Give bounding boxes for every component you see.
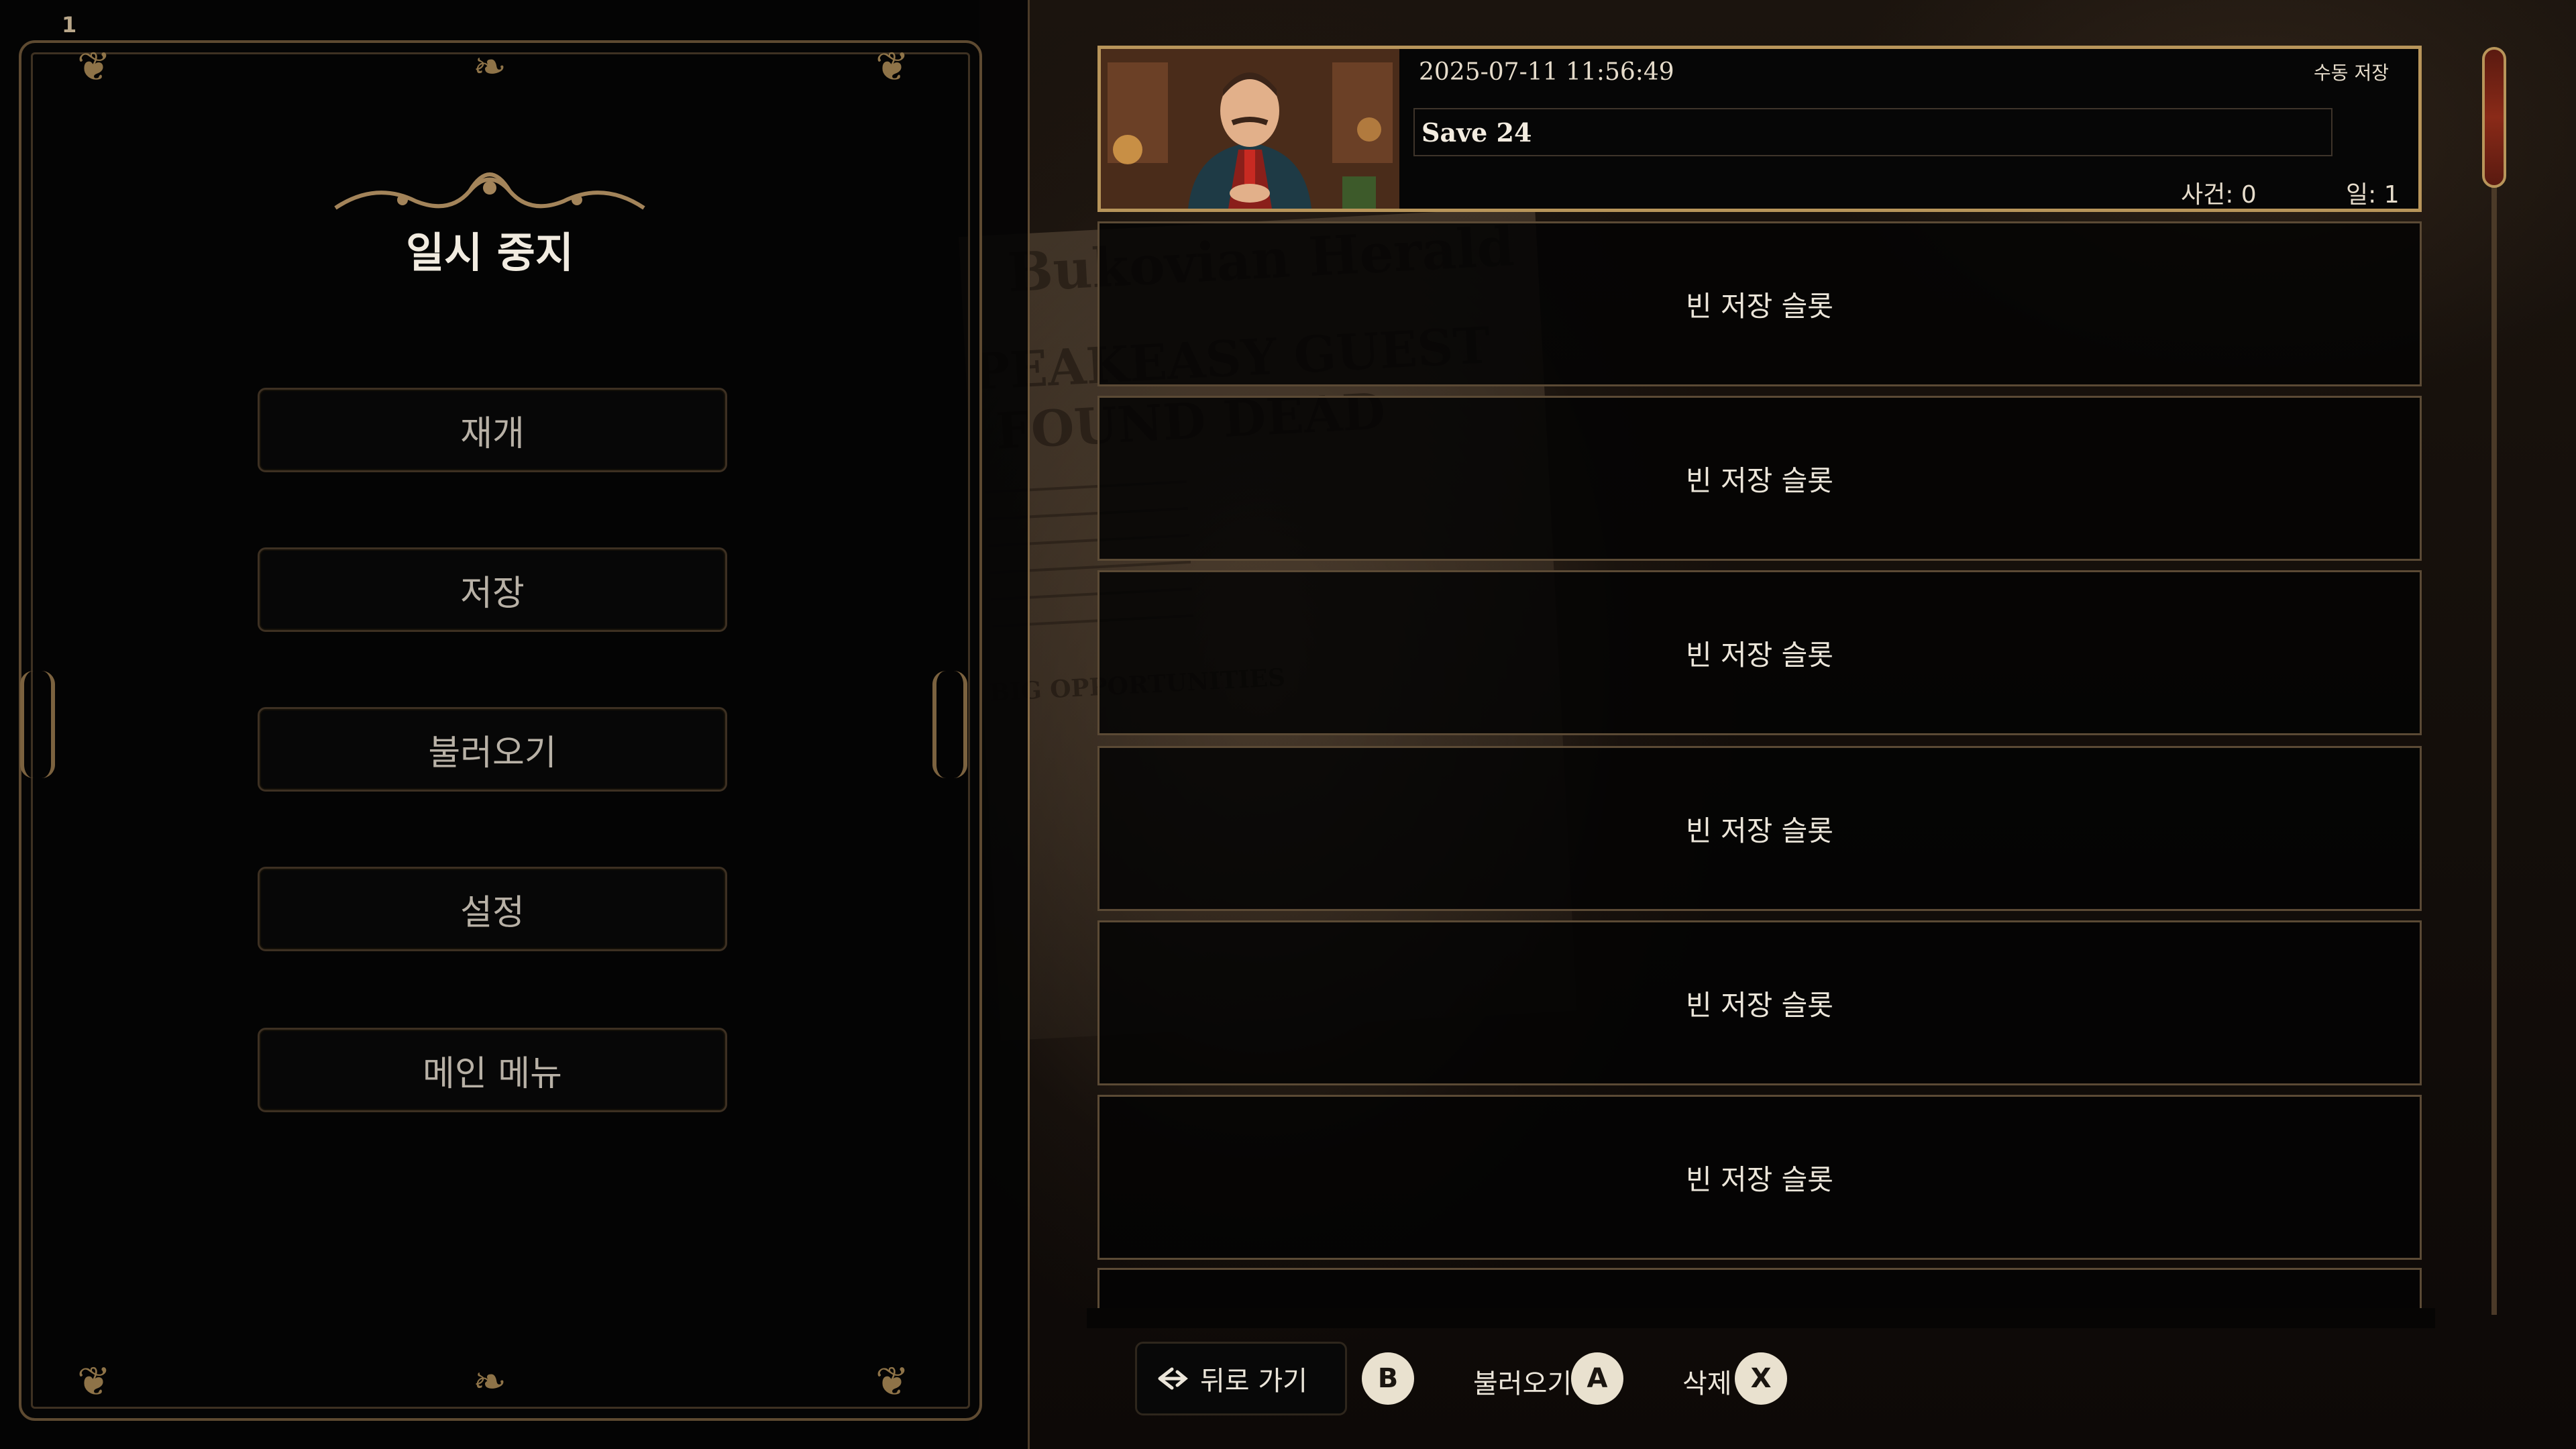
bottom-center-ornament-icon: ❧ — [472, 1358, 507, 1405]
day-count: 일: 1 — [2346, 181, 2400, 209]
save-button[interactable]: 저장 — [258, 547, 727, 632]
title-crest-icon — [334, 172, 645, 210]
load-button[interactable]: 불러오기 — [258, 707, 727, 792]
side-ornament-right-icon — [932, 671, 967, 778]
delete-hint-label[interactable]: 삭제 — [1682, 1362, 1732, 1401]
corner-ornament-icon: ❦ — [875, 1358, 910, 1405]
empty-slot-label: 빈 저장 슬롯 — [1686, 464, 1833, 497]
settings-button[interactable]: 설정 — [258, 867, 727, 951]
a-button-icon: A — [1571, 1352, 1623, 1405]
empty-slot-label: 빈 저장 슬롯 — [1686, 638, 1833, 672]
resume-button[interactable]: 재개 — [258, 388, 727, 472]
save-name: Save 24 — [1421, 117, 1532, 148]
corner-ornament-icon: ❦ — [875, 44, 910, 91]
load-hint-label[interactable]: 불러오기 — [1473, 1362, 1572, 1401]
empty-save-slot[interactable]: 빈 저장 슬롯 — [1097, 920, 2422, 1085]
case-count: 사건: 0 — [2181, 181, 2257, 209]
main-menu-button[interactable]: 메인 메뉴 — [258, 1028, 727, 1112]
empty-slot-label: 빈 저장 슬롯 — [1686, 814, 1833, 847]
empty-slot-label: 빈 저장 슬롯 — [1686, 1163, 1833, 1196]
empty-save-slot[interactable]: 빈 저장 슬롯 — [1097, 1095, 2422, 1260]
empty-slot-label: 빈 저장 슬롯 — [1686, 988, 1833, 1022]
scrollbar-thumb[interactable] — [2482, 47, 2506, 188]
scrollbar-track[interactable] — [2491, 67, 2497, 1315]
empty-save-slot[interactable]: 빈 저장 슬롯 — [1097, 746, 2422, 911]
save-date: 2025-07-11 11:56:49 — [1419, 58, 1674, 86]
save-thumbnail — [1101, 49, 1399, 209]
x-button-icon: X — [1735, 1352, 1787, 1405]
empty-save-slot[interactable]: 빈 저장 슬롯 — [1097, 570, 2422, 735]
corner-ornament-icon: ❦ — [76, 44, 111, 91]
save-name-field[interactable]: Save 24 — [1413, 108, 2332, 156]
b-button-icon: B — [1362, 1352, 1414, 1405]
top-center-ornament-icon: ❧ — [472, 44, 507, 91]
corner-ornament-icon: ❦ — [76, 1358, 111, 1405]
side-ornament-left-icon — [20, 671, 55, 778]
pause-title: 일시 중지 — [406, 228, 574, 277]
tab-number: 1 — [62, 12, 77, 38]
empty-slot-label: 빈 저장 슬롯 — [1686, 289, 1833, 323]
panel-divider — [1028, 0, 1030, 1449]
save-slot-filled[interactable]: 2025-07-11 11:56:49 수동 저장 Save 24 사건: 0 … — [1097, 46, 2422, 212]
back-label: 뒤로 가기 — [1200, 1366, 1307, 1397]
back-arrow-icon — [1158, 1367, 1188, 1390]
list-bottom-edge — [1087, 1308, 2435, 1328]
pause-panel: 1 ❦ ❦ ❦ ❦ ❧ ❧ 일시 중지 재개 저장 불러오기 설정 메인 메뉴 — [0, 0, 1028, 1449]
empty-save-slot-partial[interactable] — [1097, 1268, 2422, 1308]
empty-save-slot[interactable]: 빈 저장 슬롯 — [1097, 396, 2422, 561]
empty-save-slot[interactable]: 빈 저장 슬롯 — [1097, 221, 2422, 386]
back-button[interactable]: 뒤로 가기 — [1135, 1342, 1347, 1415]
save-type: 수동 저장 — [2314, 62, 2389, 84]
character-portrait-icon — [1101, 49, 1399, 209]
